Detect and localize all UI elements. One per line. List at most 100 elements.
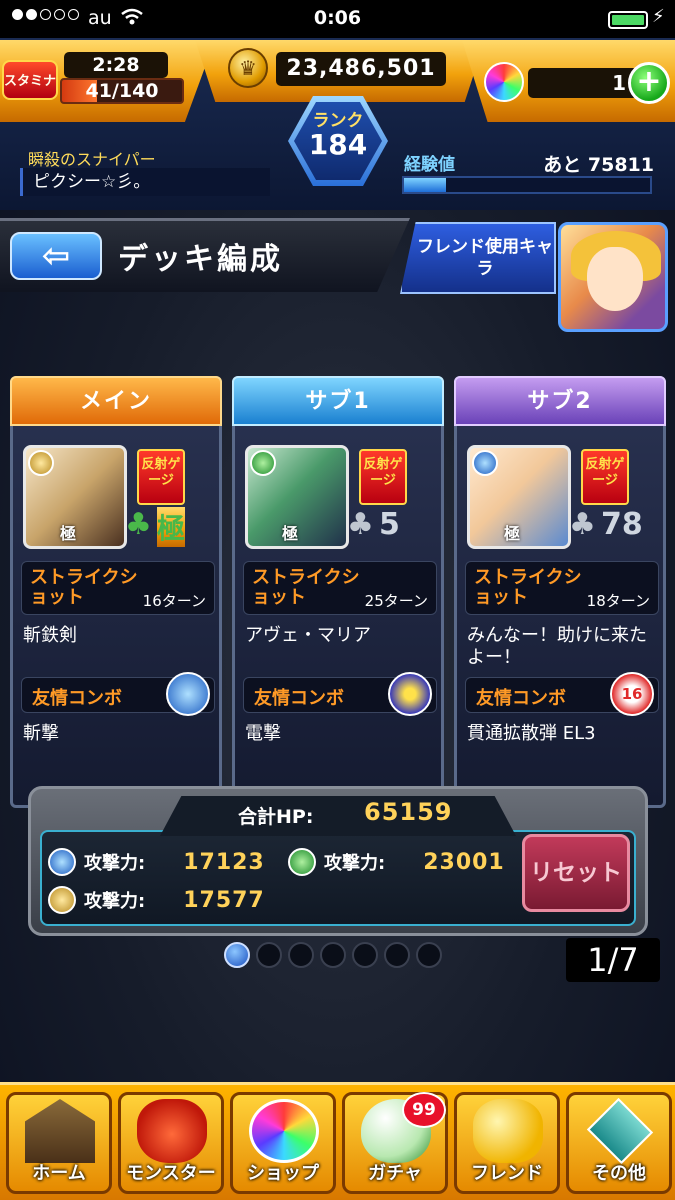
stamina-badge: スタミナ: [2, 60, 58, 100]
strike-shot-turns: 25ターン: [364, 592, 428, 610]
shop-orb-icon: [249, 1099, 319, 1163]
slash-combo-icon: [166, 672, 210, 716]
reset-button[interactable]: リセット: [522, 834, 630, 912]
slot-tab-main: メイン: [10, 376, 222, 426]
clover-icon: ♣: [569, 507, 596, 542]
wood-attack-value: 23001: [423, 849, 505, 875]
strike-shot-name: みんなー！助けに来たよー！: [467, 625, 647, 668]
hp-bar: [160, 796, 516, 836]
reflect-gauge-badge: 反射ゲージ: [581, 449, 629, 505]
wood-attack-row: 攻撃力: 23001: [288, 848, 505, 876]
friend-combo-label: 友情コンボ: [476, 688, 566, 709]
kiwa-mark: 極: [504, 524, 521, 543]
nav-gacha-label: ガチャ: [368, 1163, 422, 1184]
pager-dot[interactable]: [384, 942, 410, 968]
friend-combo-name: 斬撃: [23, 723, 59, 744]
light-element-icon: [28, 450, 54, 476]
nav-monster-label: モンスター: [126, 1163, 216, 1184]
water-element-icon: [48, 848, 76, 876]
slot-tab-sub2: サブ2: [454, 376, 666, 426]
friend-combo-box: 友情コンボ: [21, 672, 215, 716]
wood-element-icon: [288, 848, 316, 876]
clover-icon: ♣: [347, 507, 374, 542]
friend-combo-label: 友情コンボ: [32, 688, 122, 709]
page-counter: 1/7: [566, 938, 660, 982]
stamina-timer: 2:28: [64, 52, 168, 78]
exp-bar: [402, 176, 652, 194]
water-attack-value: 17123: [183, 849, 265, 875]
pager-dot[interactable]: [224, 942, 250, 968]
exp-label: 経験値: [404, 155, 455, 175]
friend-combo-box: 友情コンボ 16: [465, 672, 659, 716]
friend-character-button[interactable]: フレンド使用キャラ: [400, 222, 556, 294]
luck-value: 極: [157, 507, 186, 547]
wood-element-icon: [250, 450, 276, 476]
back-button[interactable]: ⇦: [10, 232, 102, 280]
total-hp-value: 65159: [364, 798, 453, 826]
kiwa-mark: 極: [282, 524, 299, 543]
clock: 0:06: [313, 7, 362, 29]
strike-shot-label: ストライクショット: [474, 567, 582, 608]
monster-portrait[interactable]: 極: [23, 445, 127, 549]
buy-orb-button[interactable]: +: [628, 62, 670, 104]
slot-tab-sub1: サブ1: [232, 376, 444, 426]
deck-card-sub2[interactable]: サブ2 極 反射ゲージ ♣ 78 ストライクショット 18ターン みんなー！助け…: [454, 376, 666, 808]
exp-remaining: あと 75811: [543, 154, 654, 176]
page-title: デッキ編成: [118, 242, 283, 277]
battery-icon: [608, 11, 648, 29]
strike-shot-turns: 16ターン: [142, 592, 206, 610]
water-element-icon: [472, 450, 498, 476]
nav-friend[interactable]: フレンド: [454, 1092, 560, 1194]
avatar-face: [587, 247, 643, 311]
reflect-gauge-badge: 反射ゲージ: [137, 449, 185, 505]
deck-card-sub1[interactable]: サブ1 極 反射ゲージ ♣ 5 ストライクショット 25ターン アヴェ・マリア …: [232, 376, 444, 808]
nav-shop-label: ショップ: [247, 1163, 319, 1184]
friend-character-avatar[interactable]: [558, 222, 668, 332]
nav-home-label: ホーム: [32, 1163, 86, 1184]
monster-portrait[interactable]: 極: [245, 445, 349, 549]
pager-dot[interactable]: [256, 942, 282, 968]
nav-home[interactable]: ホーム: [6, 1092, 112, 1194]
monster-portrait[interactable]: 極: [467, 445, 571, 549]
exp-bar-fill: [404, 178, 446, 192]
lightning-combo-icon: [388, 672, 432, 716]
friends-icon: [473, 1099, 543, 1163]
nav-shop[interactable]: ショップ: [230, 1092, 336, 1194]
nav-friend-label: フレンド: [471, 1163, 543, 1184]
other-menu-icon: [586, 1097, 654, 1165]
home-icon: [25, 1099, 95, 1163]
deck-card-main[interactable]: メイン 極 反射ゲージ ♣ 極 ストライクショット 16ターン 斬鉄剣 友情コン…: [10, 376, 222, 808]
player-name: ピクシー☆彡。: [20, 168, 270, 196]
nav-other[interactable]: その他: [566, 1092, 672, 1194]
luck-value: 5: [379, 507, 400, 542]
player-title: 瞬殺のスナイパー: [28, 150, 156, 169]
reflect-gauge-badge: 反射ゲージ: [359, 449, 407, 505]
strike-shot-label: ストライクショット: [30, 567, 138, 608]
clover-icon: ♣: [125, 507, 152, 542]
pager-dot[interactable]: [288, 942, 314, 968]
total-hp-label: 合計HP:: [238, 806, 314, 828]
strike-shot-turns: 18ターン: [586, 592, 650, 610]
stamina-value: 41/140: [85, 80, 159, 102]
friend-combo-name: 貫通拡散弾 EL3: [467, 723, 596, 744]
coin-icon: ♛: [228, 48, 268, 88]
attack-label: 攻撃力:: [324, 853, 386, 874]
water-attack-row: 攻撃力: 17123: [48, 848, 265, 876]
strike-shot-name: アヴェ・マリア: [245, 625, 371, 646]
orb-icon: [484, 62, 524, 102]
nav-monster[interactable]: モンスター: [118, 1092, 224, 1194]
monster-icon: [137, 1099, 207, 1163]
attack-label: 攻撃力:: [84, 891, 146, 912]
pager-dot[interactable]: [320, 942, 346, 968]
rank-value: 184: [308, 128, 368, 161]
nav-other-label: その他: [592, 1163, 646, 1184]
piercing-spread-combo-icon: 16: [610, 672, 654, 716]
pager-dot[interactable]: [416, 942, 442, 968]
light-element-icon: [48, 886, 76, 914]
deck-pager[interactable]: [224, 942, 442, 968]
luck-value: 78: [601, 507, 643, 542]
coin-count: 23,486,501: [276, 52, 446, 86]
status-bar: au 0:06 ⚡: [0, 0, 675, 38]
pager-dot[interactable]: [352, 942, 378, 968]
attack-label: 攻撃力:: [84, 853, 146, 874]
